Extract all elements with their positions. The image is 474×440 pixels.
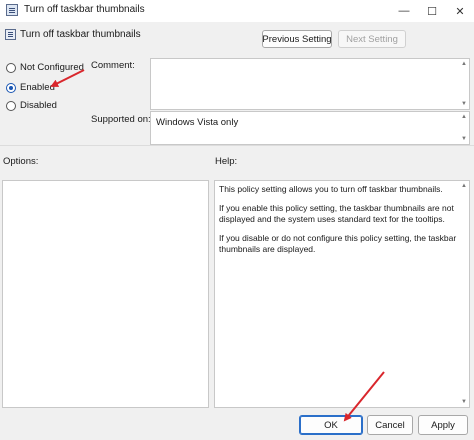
ok-arrow <box>343 371 385 422</box>
annotation-overlay <box>50 69 385 422</box>
enabled-arrow <box>50 69 85 87</box>
